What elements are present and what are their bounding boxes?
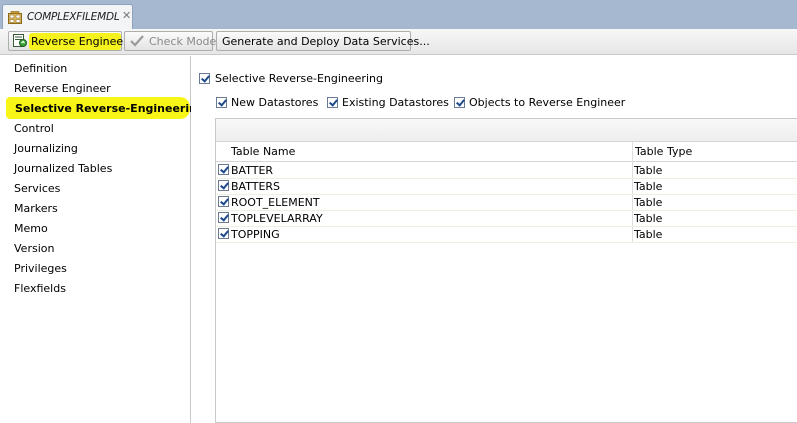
table-toolbar <box>216 119 797 142</box>
row-checkbox[interactable] <box>218 212 229 223</box>
cell-table-type: Table <box>634 196 663 209</box>
table-row[interactable]: ROOT_ELEMENT Table <box>216 194 797 211</box>
row-checkbox[interactable] <box>218 164 229 175</box>
nav-item-journalizing[interactable]: Journalizing <box>14 142 78 155</box>
nav-item-services[interactable]: Services <box>14 182 60 195</box>
reverse-engineer-icon <box>13 34 27 47</box>
selective-re-label: Selective Reverse-Engineering <box>215 72 383 85</box>
row-checkbox[interactable] <box>218 180 229 191</box>
table-header-row: Table Name Table Type <box>216 142 797 162</box>
existing-datastores-checkbox[interactable] <box>327 97 338 108</box>
objects-to-re-label: Objects to Reverse Engineer <box>469 96 626 109</box>
table-row[interactable]: TOPLEVELARRAY Table <box>216 210 797 227</box>
row-checkbox[interactable] <box>218 228 229 239</box>
header-table-name[interactable]: Table Name <box>231 145 295 158</box>
generate-deploy-label: Generate and Deploy Data Services... <box>222 35 430 48</box>
editor-tab-strip: COMPLEXFILEMDL ✕ <box>0 0 797 29</box>
nav-item-journalized-tables[interactable]: Journalized Tables <box>14 162 112 175</box>
check-model-label: Check Model <box>149 35 220 48</box>
nav-item-memo[interactable]: Memo <box>14 222 48 235</box>
table-row[interactable]: BATTER Table <box>216 162 797 179</box>
nav-item-markers[interactable]: Markers <box>14 202 58 215</box>
nav-item-control[interactable]: Control <box>14 122 54 135</box>
selective-re-checkbox[interactable] <box>199 73 210 84</box>
cell-table-name: BATTERS <box>231 180 281 193</box>
nav-item-selective-reverse-engineering[interactable]: Selective Reverse-Engineering <box>15 102 205 115</box>
row-checkbox[interactable] <box>218 196 229 207</box>
model-icon <box>8 11 22 24</box>
table-row[interactable]: TOPPING Table <box>216 226 797 243</box>
table-row[interactable]: BATTERS Table <box>216 178 797 195</box>
cell-table-type: Table <box>634 228 663 241</box>
cell-table-name: BATTER <box>231 164 274 177</box>
header-table-type[interactable]: Table Type <box>635 145 692 158</box>
reverse-engineer-button[interactable]: Reverse Engineer <box>8 31 128 51</box>
new-datastores-checkbox[interactable] <box>216 97 227 108</box>
settings-nav: Definition Reverse Engineer Selective Re… <box>6 56 205 423</box>
cell-table-type: Table <box>634 164 663 177</box>
new-datastores-label: New Datastores <box>231 96 319 109</box>
check-model-button[interactable]: Check Model <box>124 31 219 51</box>
objects-to-re-checkbox[interactable] <box>454 97 465 108</box>
datastore-table: Table Name Table Type BATTER Table BATTE… <box>215 118 797 423</box>
editor-tab-title: COMPLEXFILEMDL <box>27 11 120 23</box>
cell-table-name: ROOT_ELEMENT <box>231 196 320 209</box>
nav-item-privileges[interactable]: Privileges <box>14 262 67 275</box>
close-icon[interactable]: ✕ <box>122 9 131 22</box>
toolbar: Reverse Engineer Check Model Generate an… <box>0 29 797 55</box>
selective-re-panel: Selective Reverse-Engineering New Datast… <box>191 56 797 423</box>
reverse-engineer-label: Reverse Engineer <box>31 35 128 48</box>
nav-item-flexfields[interactable]: Flexfields <box>14 282 66 295</box>
generate-deploy-button[interactable]: Generate and Deploy Data Services... <box>216 31 430 51</box>
existing-datastores-label: Existing Datastores <box>342 96 449 109</box>
nav-item-version[interactable]: Version <box>14 242 54 255</box>
nav-item-reverse-engineer[interactable]: Reverse Engineer <box>14 82 111 95</box>
checkmark-icon <box>130 35 144 47</box>
nav-item-definition[interactable]: Definition <box>14 62 67 75</box>
cell-table-name: TOPPING <box>231 228 280 241</box>
cell-table-type: Table <box>634 180 663 193</box>
cell-table-name: TOPLEVELARRAY <box>231 212 323 225</box>
cell-table-type: Table <box>634 212 663 225</box>
editor-tab[interactable]: COMPLEXFILEMDL ✕ <box>2 4 133 29</box>
